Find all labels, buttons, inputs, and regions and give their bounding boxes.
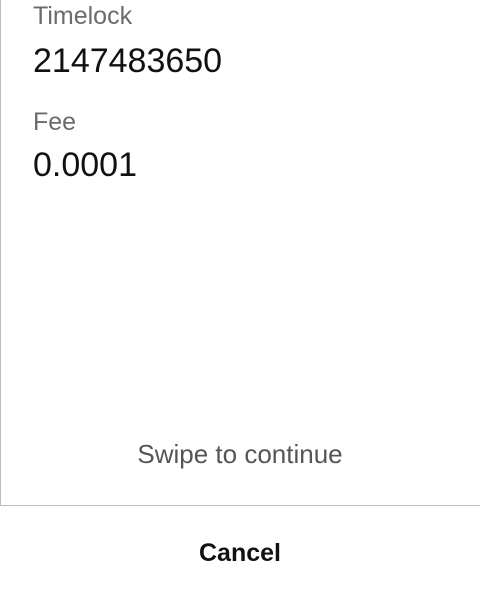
swipe-to-continue-hint[interactable]: Swipe to continue [0, 441, 480, 467]
timelock-value: 2147483650 [33, 42, 223, 80]
cancel-button[interactable]: Cancel [0, 506, 480, 600]
fee-value: 0.0001 [33, 146, 137, 184]
timelock-label: Timelock [33, 2, 133, 30]
panel-left-border [0, 0, 1, 505]
fee-label: Fee [33, 108, 77, 136]
